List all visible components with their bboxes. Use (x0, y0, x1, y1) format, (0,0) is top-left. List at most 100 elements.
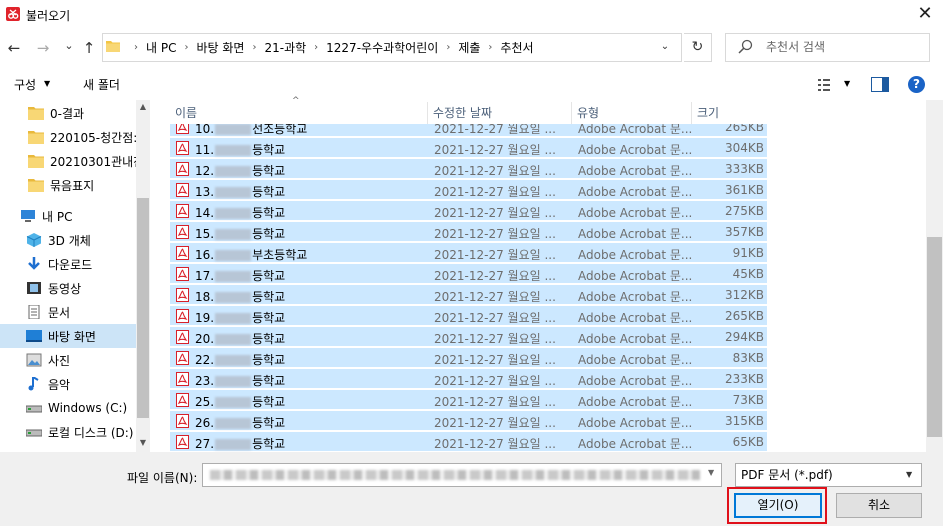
pdf-file-icon (176, 372, 189, 386)
file-type: Adobe Acrobat 문... (578, 374, 693, 388)
breadcrumb-item[interactable]: 내 PC (146, 39, 176, 56)
file-modified: 2021-12-27 월요일 ... (434, 185, 556, 199)
chevron-right-icon[interactable]: › (252, 42, 256, 53)
search-input[interactable]: 추천서 검색 (766, 33, 825, 62)
file-name: 20. 등학교 (195, 330, 285, 347)
file-row[interactable]: 13. 등학교 2021-12-27 월요일 ... Adobe Acrobat 문.… (170, 180, 767, 200)
scroll-up-icon[interactable]: ▲ (136, 102, 150, 111)
file-size: 83KB (732, 351, 764, 365)
file-name: 26. 등학교 (195, 414, 285, 431)
file-type: Adobe Acrobat 문... (578, 290, 693, 304)
chevron-down-icon[interactable]: ▼ (708, 468, 714, 477)
file-name-suffix: 부초등학교 (252, 248, 308, 262)
file-name: 22. 등학교 (195, 351, 285, 368)
file-name-suffix: 등학교 (252, 332, 286, 346)
chevron-right-icon[interactable]: › (134, 42, 138, 53)
file-name: 23. 등학교 (195, 372, 285, 389)
forward-button[interactable]: → (33, 38, 53, 58)
file-number: 23. (195, 374, 215, 388)
breadcrumb-item[interactable]: 제출 (458, 39, 480, 56)
file-number: 12. (195, 164, 215, 178)
breadcrumb-item[interactable]: 21-과학 (264, 39, 306, 56)
file-number: 17. (195, 269, 215, 283)
app-icon (6, 7, 20, 21)
folder-icon (28, 107, 44, 120)
file-row[interactable]: 22. 등학교 2021-12-27 월요일 ... Adobe Acrobat 문.… (170, 348, 767, 368)
breadcrumb-item[interactable]: 추천서 (500, 39, 533, 56)
file-number: 11. (195, 143, 215, 157)
file-name: 19. 등학교 (195, 309, 285, 326)
file-row[interactable]: 12. 등학교 2021-12-27 월요일 ... Adobe Acrobat 문.… (170, 159, 767, 179)
redacted-text (215, 376, 252, 387)
file-row[interactable]: 16. 부초등학교 2021-12-27 월요일 ... Adobe Acrobat … (170, 243, 767, 263)
file-number: 20. (195, 332, 215, 346)
column-header-type[interactable]: 유형 (572, 102, 692, 124)
file-size: 45KB (732, 267, 764, 281)
column-header-modified[interactable]: 수정한 날짜 (428, 102, 572, 124)
file-name-suffix: 등학교 (252, 395, 286, 409)
chevron-down-icon[interactable]: ▼ (844, 79, 850, 88)
file-modified: 2021-12-27 월요일 ... (434, 353, 556, 367)
file-number: 10. (195, 122, 215, 136)
file-row[interactable]: 17. 등학교 2021-12-27 월요일 ... Adobe Acrobat 문.… (170, 264, 767, 284)
redacted-text (215, 145, 252, 156)
refresh-button[interactable]: ↻ (684, 33, 712, 62)
file-name-suffix: 등학교 (252, 353, 286, 367)
file-row[interactable]: 18. 등학교 2021-12-27 월요일 ... Adobe Acrobat 문.… (170, 285, 767, 305)
file-modified: 2021-12-27 월요일 ... (434, 332, 556, 346)
file-type: Adobe Acrobat 문... (578, 206, 693, 220)
file-row[interactable]: 11. 등학교 2021-12-27 월요일 ... Adobe Acrobat 문.… (170, 138, 767, 158)
recent-locations-button[interactable]: ⌄ (59, 36, 79, 56)
file-row[interactable]: 14. 등학교 2021-12-27 월요일 ... Adobe Acrobat 문.… (170, 201, 767, 221)
pdf-file-icon (176, 225, 189, 239)
pdf-file-icon (176, 393, 189, 407)
help-icon[interactable]: ? (908, 76, 925, 93)
organize-button[interactable]: 구성 (14, 76, 36, 93)
redacted-text (215, 397, 252, 408)
file-row[interactable]: 20. 등학교 2021-12-27 월요일 ... Adobe Acrobat 문.… (170, 327, 767, 347)
pdf-file-icon (176, 288, 189, 302)
sidebar-item[interactable]: 0-결과 (0, 101, 136, 125)
file-name-suffix: 등학교 (252, 437, 286, 451)
redacted-text (215, 334, 252, 345)
file-row[interactable]: 23. 등학교 2021-12-27 월요일 ... Adobe Acrobat 문.… (170, 369, 767, 389)
sort-ascending-icon: ^ (292, 96, 300, 106)
file-number: 13. (195, 185, 215, 199)
file-row[interactable]: 27. 등학교 2021-12-27 월요일 ... Adobe Acrobat 문.… (170, 432, 767, 452)
file-row[interactable]: 19. 등학교 2021-12-27 월요일 ... Adobe Acrobat 문.… (170, 306, 767, 326)
back-button[interactable]: ← (4, 38, 24, 58)
file-type: Adobe Acrobat 문... (578, 164, 693, 178)
file-row[interactable]: 15. 등학교 2021-12-27 월요일 ... Adobe Acrobat 문.… (170, 222, 767, 242)
file-modified: 2021-12-27 월요일 ... (434, 416, 556, 430)
view-options-icon[interactable] (818, 79, 840, 91)
close-icon[interactable]: ✕ (914, 3, 936, 25)
breadcrumb-item[interactable]: 1227-우수과학어린이 (326, 39, 438, 56)
chevron-right-icon[interactable]: › (314, 42, 318, 53)
breadcrumb-item[interactable]: 바탕 화면 (196, 39, 244, 56)
up-button[interactable]: ↑ (79, 38, 99, 58)
search-box[interactable] (725, 33, 930, 62)
chevron-right-icon[interactable]: › (446, 42, 450, 53)
folder-icon (106, 41, 120, 52)
file-modified: 2021-12-27 월요일 ... (434, 290, 556, 304)
cancel-button[interactable]: 취소 (836, 493, 922, 518)
file-type: Adobe Acrobat 문... (578, 332, 693, 346)
file-number: 19. (195, 311, 215, 325)
file-row[interactable]: 26. 등학교 2021-12-27 월요일 ... Adobe Acrobat 문.… (170, 411, 767, 431)
file-size: 312KB (724, 288, 764, 302)
open-button[interactable]: 열기(O) (734, 493, 822, 518)
file-list-scrollbar-thumb[interactable] (927, 237, 942, 437)
file-name-suffix: 등학교 (252, 374, 286, 388)
preview-pane-icon[interactable] (871, 77, 889, 92)
new-folder-button[interactable]: 새 폴더 (83, 76, 120, 93)
file-number: 26. (195, 416, 215, 430)
file-size: 91KB (732, 246, 764, 260)
file-row[interactable]: 25. 등학교 2021-12-27 월요일 ... Adobe Acrobat 문.… (170, 390, 767, 410)
chevron-right-icon[interactable]: › (184, 42, 188, 53)
chevron-down-icon[interactable]: ⌄ (655, 36, 675, 58)
breadcrumb: › 내 PC › 바탕 화면 › 21-과학 › 1227-우수과학어린이 › 제출 › 추천서 (126, 33, 534, 62)
column-header-size[interactable]: 크기 (692, 102, 767, 124)
file-name: 27. 등학교 (195, 435, 285, 452)
file-size: 357KB (724, 225, 764, 239)
chevron-right-icon[interactable]: › (488, 42, 492, 53)
